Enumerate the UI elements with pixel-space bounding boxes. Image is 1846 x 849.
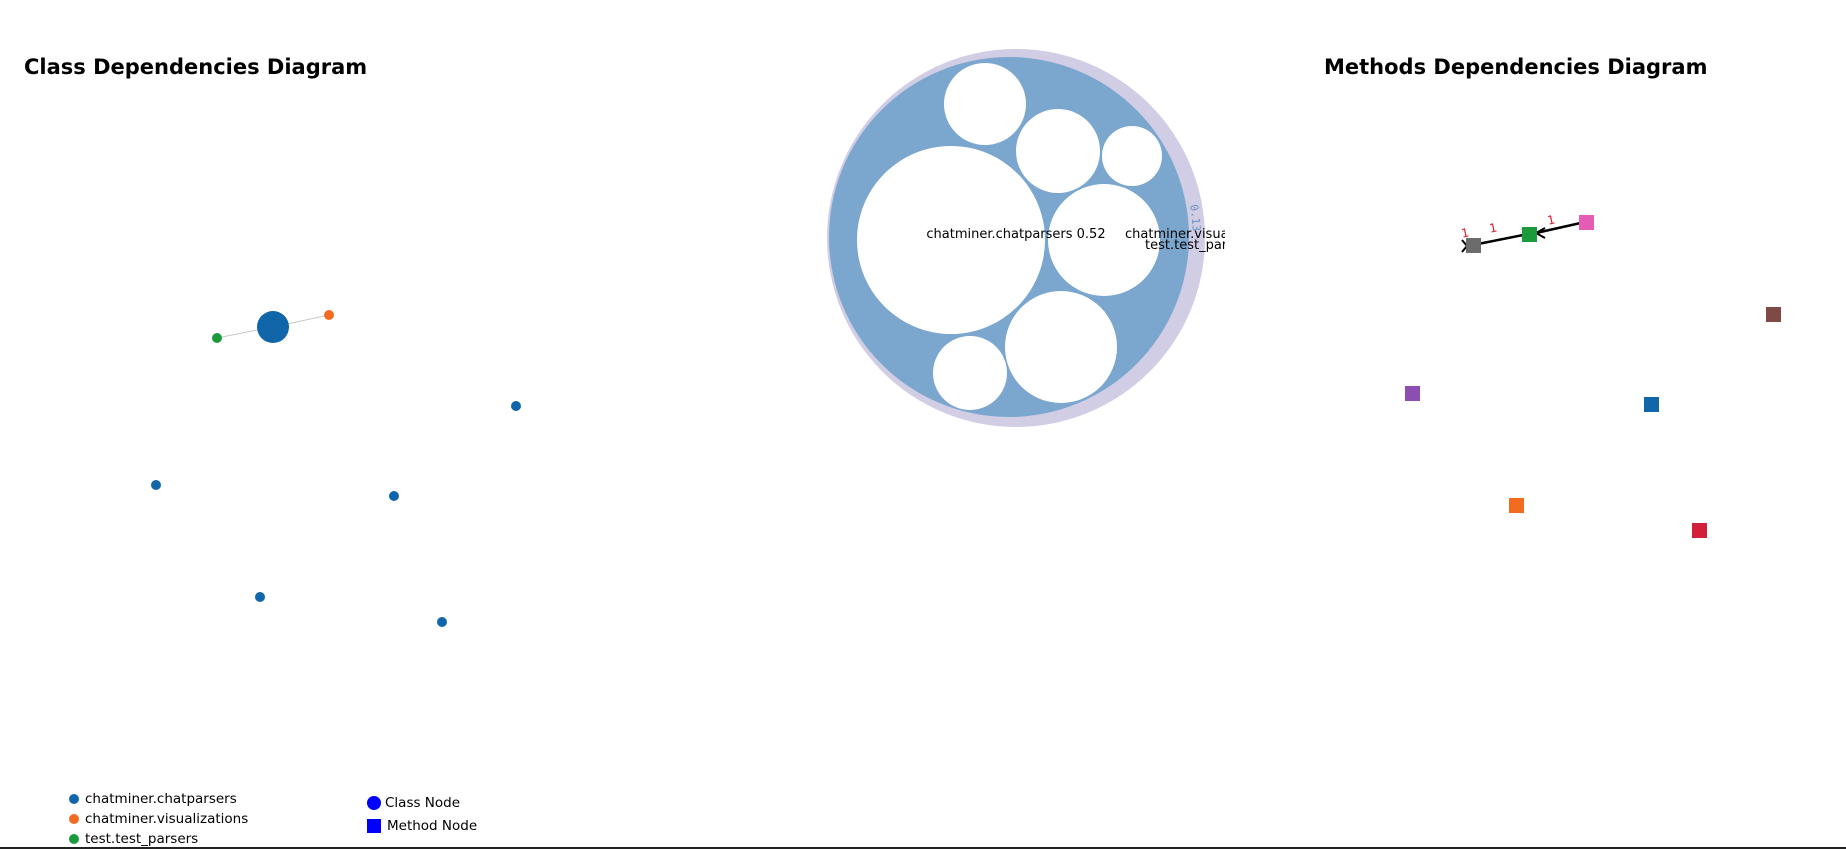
legend-item: chatminer.chatparsers: [69, 789, 248, 809]
legend-item: test.test_parsers: [69, 829, 248, 849]
method-edge: [1535, 220, 1586, 235]
legend-color-dot: [69, 814, 79, 824]
class-node-icon: [367, 795, 381, 810]
method-node[interactable]: [1644, 397, 1659, 412]
package-legend: chatminer.chatparsers chatminer.visualiz…: [69, 789, 248, 849]
method-node-icon: [367, 819, 381, 833]
legend-label: chatminer.chatparsers: [85, 791, 237, 807]
method-node[interactable]: [1579, 215, 1594, 230]
method-node[interactable]: [1509, 498, 1524, 513]
method-edge: [1472, 232, 1529, 247]
legend-label: Class Node: [385, 794, 461, 811]
legend-label: Method Node: [387, 818, 478, 834]
method-node[interactable]: [1466, 238, 1481, 253]
legend-label: test.test_parsers: [85, 831, 199, 847]
legend-color-dot: [69, 794, 79, 804]
edge-label: 1: [1488, 220, 1498, 235]
method-node[interactable]: [1766, 307, 1781, 322]
method-node[interactable]: [1405, 386, 1420, 401]
legend-item: Method Node: [367, 816, 477, 836]
method-node[interactable]: [1522, 227, 1537, 242]
node-type-legend: Class Node Method Node: [367, 789, 477, 836]
edge-label: 1: [1546, 212, 1556, 227]
legend-item: Class Node: [367, 789, 477, 816]
legend-label: chatminer.visualizations: [85, 811, 249, 827]
legend-item: chatminer.visualizations: [69, 809, 248, 829]
method-node[interactable]: [1692, 523, 1707, 538]
legend-color-dot: [69, 834, 79, 844]
methods-dependencies-graph: 1 1 1: [1405, 212, 1781, 538]
